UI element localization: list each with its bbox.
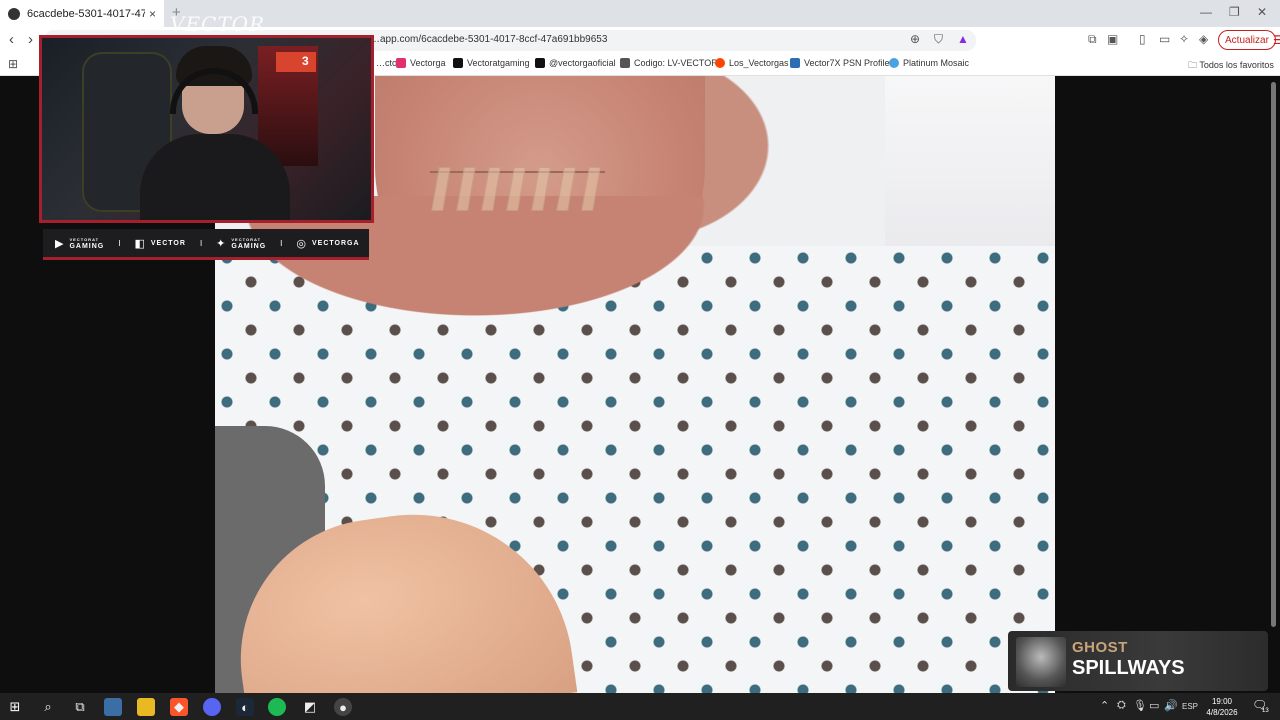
- separator: I: [280, 238, 283, 248]
- clock-date: 4/8/2026: [1206, 708, 1238, 717]
- file-explorer-icon[interactable]: [137, 698, 155, 716]
- separator: I: [199, 238, 203, 248]
- menu-icon: ☰: [1272, 33, 1280, 47]
- trophy-icon: [889, 58, 899, 68]
- epic-games-icon[interactable]: ◩: [301, 698, 319, 716]
- extensions-icon[interactable]: ⧉: [1088, 32, 1097, 47]
- reddit-icon: [715, 58, 725, 68]
- page-scrollbar[interactable]: [1271, 82, 1276, 627]
- task-view-icon[interactable]: ⧉: [71, 698, 89, 716]
- browser-tab[interactable]: 6cacdebe-5301-4017-47a691bb9653 ×: [0, 0, 164, 27]
- leo-ai-icon[interactable]: ✧: [1179, 32, 1189, 46]
- social-links-bar: ▶ VECTORAT GAMING I ◧ VECTOR I ✦ VECTORAT…: [43, 229, 369, 260]
- bookmark-item[interactable]: Vectoratgaming: [453, 58, 530, 68]
- url-text[interactable]: …app.com/6cacdebe-5301-4017-8ccf-47a691b…: [370, 34, 607, 45]
- discord-icon[interactable]: [203, 698, 221, 716]
- twitter-icon: ✦: [216, 237, 227, 250]
- bookmark-item[interactable]: @vectorgaoficial: [535, 58, 616, 68]
- restore-icon[interactable]: ❐: [1229, 5, 1240, 19]
- social-twitter: ✦ VECTORAT GAMING: [216, 237, 267, 250]
- bookmark-item[interactable]: Los_Vectorgas: [715, 58, 789, 68]
- twitch-icon: ◧: [134, 237, 146, 250]
- song-title: SPILLWAYS: [1072, 657, 1185, 679]
- extension-icon[interactable]: ▣: [1107, 32, 1118, 46]
- psn-profile-icon: [790, 58, 800, 68]
- artist-name: GHOST: [1072, 639, 1128, 656]
- brave-browser-icon[interactable]: ◆: [170, 698, 188, 716]
- network-icon[interactable]: ▭: [1149, 699, 1159, 712]
- separator: I: [118, 238, 121, 248]
- update-button[interactable]: Actualizar ☰: [1218, 30, 1280, 50]
- site-favicon-icon: [8, 7, 20, 20]
- update-label: Actualizar: [1225, 34, 1269, 46]
- volume-icon[interactable]: 🔊: [1164, 699, 1178, 712]
- social-instagram: ◎ VECTORGA: [296, 237, 360, 250]
- windows-start-icon[interactable]: ⊞: [6, 698, 24, 716]
- bookmark-favicon-icon: [620, 58, 630, 68]
- tiktok-icon: [535, 58, 545, 68]
- social-youtube: ▶ VECTORAT GAMING: [55, 237, 105, 250]
- bookmark-item[interactable]: Vector7X PSN Profile: [790, 58, 890, 68]
- brave-rewards-icon[interactable]: ▲: [957, 32, 969, 46]
- notification-count: 13: [1262, 708, 1269, 714]
- bookmark-item[interactable]: Vectorga: [396, 58, 446, 68]
- tab-title: 6cacdebe-5301-4017-47a691bb9653: [27, 7, 145, 20]
- minimize-icon[interactable]: —: [1200, 5, 1212, 19]
- instagram-icon: ◎: [296, 237, 308, 250]
- zoom-icon[interactable]: ⊕: [910, 32, 920, 46]
- apps-grid-icon[interactable]: ⊞: [8, 57, 18, 71]
- clock-time: 19:00: [1211, 697, 1233, 706]
- all-bookmarks-folder[interactable]: 🗀 Todos los favoritos: [1188, 58, 1274, 74]
- spotify-icon[interactable]: [268, 698, 286, 716]
- tray-app-icon[interactable]: ⛭: [1117, 699, 1126, 712]
- search-icon[interactable]: ⌕: [39, 698, 57, 716]
- steam-icon[interactable]: ◐: [236, 698, 254, 716]
- x-icon: [453, 58, 463, 68]
- close-tab-icon[interactable]: ×: [149, 7, 156, 21]
- brave-shield-icon[interactable]: ⛉: [934, 32, 943, 47]
- bookmark-item[interactable]: Codigo: LV-VECTOR: [620, 58, 718, 68]
- app-icon[interactable]: [104, 698, 122, 716]
- album-art: [1016, 637, 1066, 687]
- taskbar: ⊞ ⌕ ⧉ ◆ ◐ ◩ ● ⌃ ⛭ 🎙 ▭ 🔊 ESP 19:00 4/8/20…: [0, 693, 1280, 720]
- obs-icon[interactable]: ●: [334, 698, 352, 716]
- system-clock[interactable]: 19:00 4/8/2026: [1200, 696, 1244, 718]
- bookmark-item[interactable]: Platinum Mosaic: [889, 58, 969, 68]
- close-window-icon[interactable]: ✕: [1257, 5, 1267, 19]
- back-icon[interactable]: ‹: [9, 31, 14, 48]
- tray-expand-icon[interactable]: ⌃: [1100, 699, 1109, 712]
- now-playing-widget: GHOST SPILLWAYS: [1008, 631, 1268, 691]
- wallet-icon[interactable]: ▭: [1159, 32, 1170, 46]
- vpn-icon[interactable]: ◈: [1199, 32, 1208, 46]
- microphone-icon[interactable]: 🎙: [1133, 699, 1147, 712]
- youtube-icon: ▶: [55, 237, 65, 250]
- sidebar-icon[interactable]: ▯: [1139, 32, 1146, 46]
- folder-icon: 🗀: [1188, 60, 1200, 70]
- instagram-icon: [396, 58, 406, 68]
- forward-icon[interactable]: ›: [28, 31, 33, 48]
- streamer: [140, 46, 290, 220]
- channel-watermark: VECTOR: [170, 12, 266, 36]
- surgical-tape: [430, 167, 605, 211]
- webcam-overlay: 3: [39, 35, 374, 223]
- arcade-screen: 3: [276, 52, 316, 72]
- language-indicator[interactable]: ESP: [1182, 702, 1198, 711]
- social-twitch: ◧ VECTOR: [134, 237, 186, 250]
